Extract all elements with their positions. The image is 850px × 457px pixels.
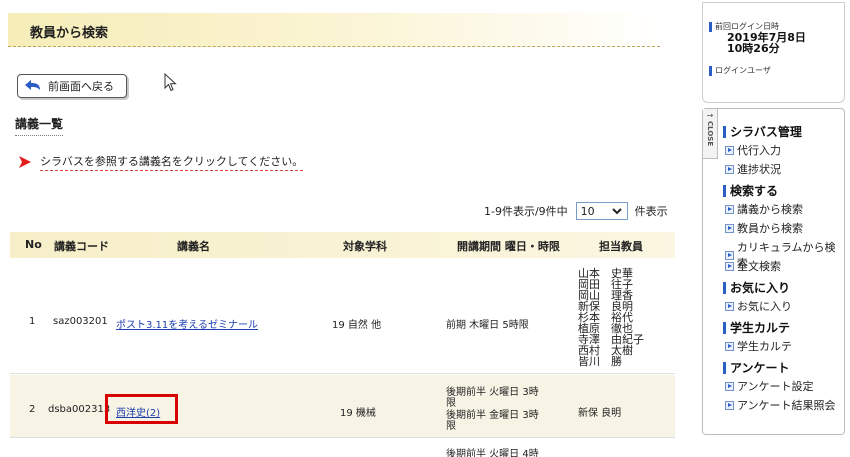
arrow-square-icon xyxy=(725,400,734,410)
cell-period-line: 後期前半 金曜日 3時 xyxy=(446,410,539,421)
cell-code: dsba002313 xyxy=(48,404,111,415)
arrow-square-icon xyxy=(725,261,734,271)
nav-item-label: 教員から検索 xyxy=(737,222,803,235)
cell-dept: 19 機械 xyxy=(340,408,376,419)
col-header-teacher: 担当教員 xyxy=(599,240,643,253)
nav-group-syllabus: シラバス管理 xyxy=(723,123,802,140)
cell-no: 1 xyxy=(29,316,36,327)
nav-item-search-course[interactable]: 講義から検索 xyxy=(725,201,803,217)
result-count: 1-9件表示/9件中 xyxy=(484,205,568,218)
nav-item-student-chart[interactable]: 学生カルテ xyxy=(725,338,792,354)
nav-group-title: シラバス管理 xyxy=(730,125,802,139)
nav-group-title: お気に入り xyxy=(730,281,791,295)
nav-item-proxy-input[interactable]: 代行入力 xyxy=(725,142,781,158)
nav-item-fulltext-search[interactable]: 全文検索 xyxy=(725,258,781,274)
bullet-bar-icon xyxy=(723,361,726,374)
arrow-square-icon xyxy=(725,223,734,233)
login-user-label-text: ログインユーザ xyxy=(715,66,771,75)
table-row: 1 saz003201 ポスト3.11を考えるゼミナール 19 自然 他 前期 … xyxy=(10,260,675,374)
bullet-bar-icon xyxy=(723,184,726,197)
cell-period-line: 後期前半 火曜日 3時 xyxy=(446,387,539,398)
pager-row: 1-9件表示/9件中 10 件表示 xyxy=(484,202,668,220)
section-title: 講義一覧 xyxy=(15,117,64,136)
per-page-suffix: 件表示 xyxy=(634,205,668,218)
col-header-name: 講義名 xyxy=(177,240,210,253)
nav-item-progress[interactable]: 進捗状況 xyxy=(725,161,781,177)
nav-group-title: アンケート xyxy=(730,361,790,375)
arrow-right-icon: → xyxy=(706,111,714,120)
cell-period: 前期 木曜日 5時限 xyxy=(446,320,529,331)
nav-item-label: アンケート設定 xyxy=(737,380,814,393)
page-title: 教員から検索 xyxy=(30,26,109,41)
table-header: No 講義コード 講義名 対象学科 開講期間 曜日・時限 担当教員 xyxy=(10,232,675,258)
nav-item-label: 学生カルテ xyxy=(737,340,792,353)
course-link[interactable]: ポスト3.11を考えるゼミナール xyxy=(116,316,258,331)
cell-teachers: 山本 史華 岡田 往子 岡山 理香 新保 良明 杉本 裕代 植原 徹也 寺澤 由… xyxy=(578,267,644,368)
bullet-bar-icon xyxy=(723,281,726,294)
arrow-square-icon xyxy=(725,164,734,174)
red-arrow-icon xyxy=(19,156,31,168)
close-panel-tab[interactable]: → CLOSE xyxy=(703,109,718,159)
bullet-bar-icon xyxy=(723,125,726,138)
nav-item-search-teacher[interactable]: 教員から検索 xyxy=(725,220,803,236)
nav-item-label: 進捗状況 xyxy=(737,163,781,176)
cell-code: saz003201 xyxy=(53,316,108,327)
back-arrow-icon xyxy=(25,80,40,90)
col-header-code: 講義コード xyxy=(54,240,109,253)
side-nav-panel: → CLOSE シラバス管理 代行入力 進捗状況 検索する 講義から検索 教員か… xyxy=(702,108,845,435)
nav-item-favorites[interactable]: お気に入り xyxy=(725,298,792,314)
nav-group-student-chart: 学生カルテ xyxy=(723,319,790,336)
per-page-select[interactable]: 10 xyxy=(575,202,628,220)
arrow-square-icon xyxy=(725,381,734,391)
table-row: 後期前半 火曜日 4時 xyxy=(10,439,675,457)
nav-group-favorites: お気に入り xyxy=(723,279,790,296)
cell-teachers: 新保 良明 xyxy=(578,408,622,419)
chevron-down-icon xyxy=(610,205,623,217)
bullet-bar-icon xyxy=(709,21,712,32)
nav-group-survey: アンケート xyxy=(723,359,790,376)
nav-group-title: 学生カルテ xyxy=(730,321,791,335)
login-info-box: 前回ログイン日時 2019年7月8日 10時26分 ログインユーザ xyxy=(702,2,845,103)
nav-item-survey-settings[interactable]: アンケート設定 xyxy=(725,378,814,394)
bullet-bar-icon xyxy=(723,321,726,334)
nav-item-label: お気に入り xyxy=(737,300,792,313)
highlight-box xyxy=(105,394,178,424)
bullet-bar-icon xyxy=(709,65,712,76)
nav-item-label: 全文検索 xyxy=(737,260,781,273)
nav-item-label: 講義から検索 xyxy=(737,203,803,216)
login-user-label: ログインユーザ xyxy=(709,65,771,76)
arrow-square-icon xyxy=(725,301,734,311)
close-tab-label: CLOSE xyxy=(706,121,714,147)
back-button-label: 前画面へ戻る xyxy=(48,80,114,93)
nav-item-label: 代行入力 xyxy=(737,144,781,157)
nav-group-search: 検索する xyxy=(723,182,778,199)
instruction-notice: シラバスを参照する講義名をクリックしてください。 xyxy=(19,153,304,171)
nav-group-title: 検索する xyxy=(730,184,779,198)
cell-dept: 19 自然 他 xyxy=(332,320,382,331)
last-login-datetime: 2019年7月8日 10時26分 xyxy=(727,32,806,54)
arrow-square-icon xyxy=(725,341,734,351)
col-header-no: No xyxy=(25,238,42,251)
nav-item-label: アンケート結果照会 xyxy=(737,399,836,412)
col-header-dept: 対象学科 xyxy=(343,240,387,253)
cell-period-line: 限 xyxy=(446,421,456,432)
last-login-time: 10時26分 xyxy=(727,42,780,55)
cell-no: 2 xyxy=(29,404,36,415)
cell-period-line: 後期前半 火曜日 4時 xyxy=(446,449,539,457)
instruction-text: シラバスを参照する講義名をクリックしてください。 xyxy=(40,153,304,171)
page-title-band: 教員から検索 xyxy=(8,13,660,47)
nav-item-survey-results[interactable]: アンケート結果照会 xyxy=(725,397,836,413)
arrow-square-icon xyxy=(725,204,734,214)
arrow-square-icon xyxy=(725,145,734,155)
mouse-cursor-icon xyxy=(164,73,177,92)
per-page-value: 10 xyxy=(580,204,595,218)
col-header-period: 開講期間 曜日・時限 xyxy=(457,240,560,253)
back-button[interactable]: 前画面へ戻る xyxy=(17,74,127,98)
